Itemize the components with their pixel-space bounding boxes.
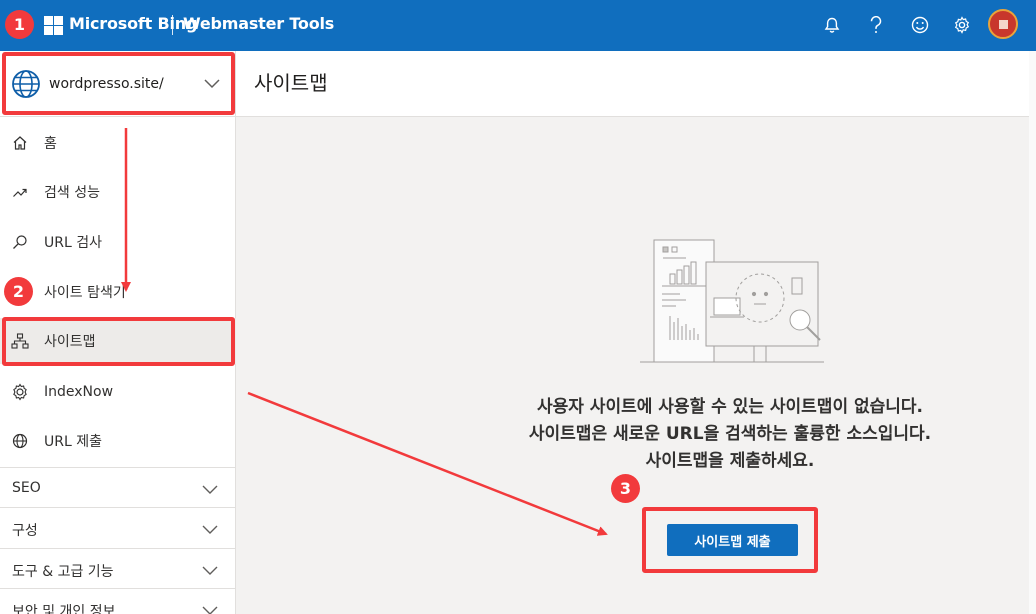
highlight-sitemaps (2, 317, 235, 366)
sidebar-item-label: URL 검사 (44, 235, 102, 251)
sidebar-item-submit-url[interactable]: URL 제출 (0, 418, 236, 464)
indexnow-icon (11, 383, 29, 401)
sidebar-item-label: IndexNow (44, 384, 114, 400)
step-badge: 2 (4, 277, 33, 306)
nav-group-label: SEO (12, 480, 41, 496)
page-title: 사이트맵 (254, 71, 328, 95)
nav-group-security-privacy[interactable]: 보안 및 개인 정보 (0, 588, 236, 614)
step-badge: 1 (5, 10, 34, 39)
search-icon (11, 233, 29, 251)
nav-group-seo[interactable]: SEO (0, 467, 236, 507)
sidebar-item-label: 검색 성능 (44, 185, 100, 201)
nav-group-label: 보안 및 개인 정보 (12, 604, 116, 614)
scrollbar[interactable] (1029, 51, 1036, 614)
chevron-down-icon (202, 485, 218, 494)
nav-group-label: 구성 (12, 523, 38, 539)
nav-group-tools[interactable]: 도구 & 고급 기능 (0, 548, 236, 588)
sidebar-item-site-explorer[interactable]: 사이트 탐색기 (0, 269, 236, 315)
top-bar: Microsoft Bing Webmaster Tools (0, 0, 1036, 51)
sidebar-item-home[interactable]: 홈 (0, 120, 236, 166)
user-avatar[interactable] (988, 9, 1018, 39)
sidebar-item-url-inspection[interactable]: URL 검사 (0, 219, 236, 265)
highlight-site-selector (2, 52, 235, 115)
sidebar-item-indexnow[interactable]: IndexNow (0, 369, 236, 415)
help-icon[interactable] (864, 13, 888, 37)
empty-state-line: 사이트맵은 새로운 URL을 검색하는 훌륭한 소스입니다. (528, 424, 932, 444)
nav-group-configuration[interactable]: 구성 (0, 507, 236, 547)
chevron-down-icon (202, 525, 218, 534)
sidebar-item-label: 홈 (44, 136, 57, 152)
brand-name[interactable]: Microsoft Bing (69, 14, 197, 33)
empty-state-line: 사용자 사이트에 사용할 수 있는 사이트맵이 없습니다. (536, 397, 924, 417)
empty-state-illustration (640, 239, 824, 363)
chevron-down-icon (202, 606, 218, 614)
smiley-icon[interactable] (908, 13, 932, 37)
product-name[interactable]: Webmaster Tools (183, 14, 334, 33)
trend-icon (11, 183, 29, 201)
home-icon (11, 134, 29, 152)
page-header: 사이트맵 (236, 51, 1036, 117)
step-badge: 3 (611, 474, 640, 503)
sidebar-item-label: 사이트 탐색기 (44, 285, 126, 301)
bell-icon[interactable] (820, 13, 844, 37)
empty-state-line: 사이트맵을 제출하세요. (645, 451, 815, 471)
chevron-down-icon (202, 566, 218, 575)
nav-group-label: 도구 & 고급 기능 (12, 564, 114, 580)
highlight-submit-button (642, 507, 818, 573)
brand-divider (172, 15, 173, 35)
gear-icon[interactable] (950, 13, 974, 37)
globe-icon (11, 432, 29, 450)
sidebar-item-label: URL 제출 (44, 434, 102, 450)
microsoft-logo-icon[interactable] (44, 16, 63, 35)
sidebar-item-search-performance[interactable]: 검색 성능 (0, 169, 236, 215)
empty-state-message: 사용자 사이트에 사용할 수 있는 사이트맵이 없습니다. 사이트맵은 새로운 … (470, 394, 990, 475)
